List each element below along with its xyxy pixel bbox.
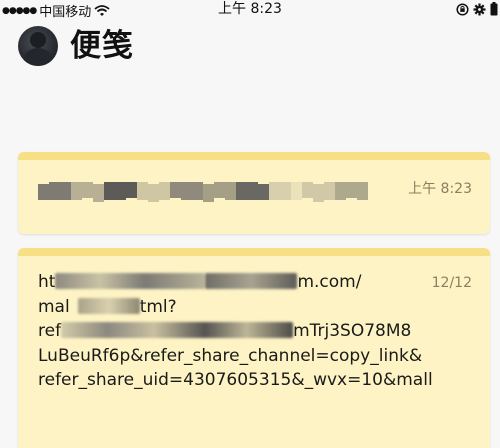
- pixel-block: [181, 182, 192, 200]
- note-line: LuBeuRf6p&refer_share_channel=copy_link&: [38, 345, 423, 366]
- pixel-block: [49, 182, 60, 200]
- note-text-fragment: m.com/: [297, 272, 362, 292]
- note-card[interactable]: 上午 8:23: [18, 152, 490, 234]
- page-title: 便笺: [70, 28, 134, 64]
- pixel-block: [236, 182, 247, 200]
- pixel-block: [38, 184, 49, 200]
- note-text-fragment: ht: [38, 272, 56, 292]
- pixel-block: [170, 182, 181, 198]
- app-header: 便笺: [18, 24, 134, 68]
- pixel-block: [324, 182, 335, 200]
- pixel-block: [148, 184, 159, 202]
- pixel-block: [104, 182, 115, 200]
- pixel-block: [291, 182, 302, 200]
- note-line: ref mTrj3SO78M8: [38, 319, 478, 344]
- pixel-block: [269, 182, 280, 200]
- pixel-block: [313, 184, 324, 202]
- pixel-block: [115, 182, 126, 200]
- note-time: 上午 8:23: [408, 181, 472, 197]
- redacted-block: [61, 322, 294, 338]
- pixel-block: [346, 182, 357, 198]
- note-text-fragment: tml?: [139, 296, 177, 317]
- note-text-fragment: ref: [38, 321, 62, 341]
- note-line: mal tml?: [38, 295, 478, 320]
- status-bar: ●●●●● 中国移动 上午 8:23: [0, 0, 500, 20]
- pixel-block: [280, 182, 291, 200]
- status-right: [456, 0, 498, 18]
- note-line: refer_share_uid=4307605315&_wvx=10&mall: [38, 370, 433, 390]
- pixel-block: [225, 182, 236, 200]
- pixel-block: [60, 182, 71, 200]
- gear-icon: [473, 3, 486, 16]
- pixel-block: [247, 182, 258, 200]
- redacted-block: [55, 273, 206, 289]
- redacted-block: [205, 273, 298, 289]
- pixel-block: [137, 182, 148, 200]
- pixel-block: [159, 182, 170, 200]
- note-text-fragment: mal: [38, 296, 70, 317]
- pixel-block: [126, 182, 137, 198]
- pixel-block: [335, 182, 346, 200]
- battery-icon: [490, 2, 498, 16]
- pixel-block: [214, 182, 225, 198]
- pixel-block: [71, 182, 82, 200]
- pixel-block: [203, 184, 214, 202]
- pixel-block: [192, 182, 203, 200]
- note-card[interactable]: 12/12 ht m.com/ mal tml? ref mTrj3SO78M8 Lu…: [18, 248, 490, 448]
- pixel-block: [82, 182, 93, 198]
- pixel-block: [357, 182, 368, 200]
- pixel-block: [302, 182, 313, 198]
- avatar[interactable]: [18, 26, 58, 66]
- redacted-block: [77, 297, 140, 314]
- rotation-lock-icon: [456, 2, 469, 16]
- pixel-block: [93, 184, 104, 202]
- pixelated-note-preview: [38, 182, 368, 202]
- pixel-block: [258, 184, 269, 200]
- note-text-fragment: mTrj3SO78M8: [293, 321, 412, 341]
- note-body: ht m.com/ mal tml? ref mTrj3SO78M8 LuBeuRf6…: [38, 270, 478, 393]
- status-time: 上午 8:23: [218, 1, 282, 17]
- note-line: ht m.com/: [38, 270, 478, 295]
